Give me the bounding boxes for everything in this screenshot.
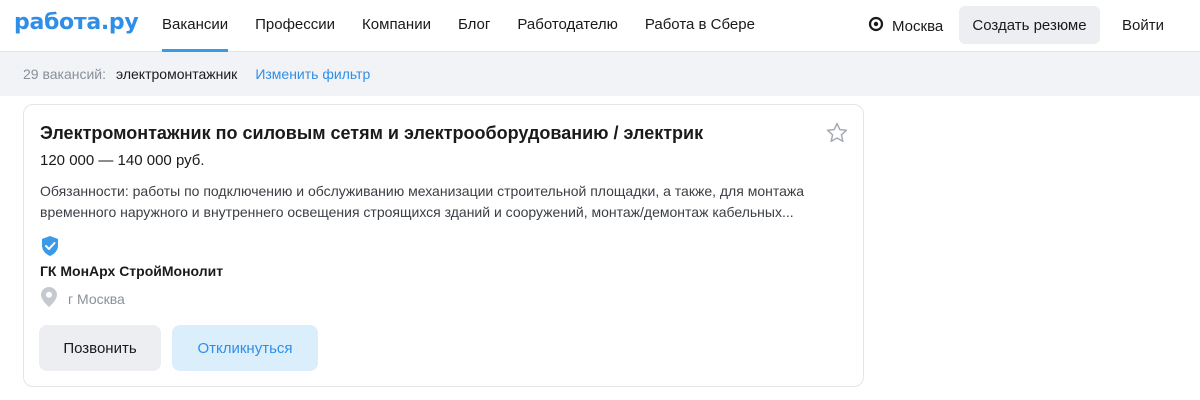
change-filter-link[interactable]: Изменить фильтр — [255, 66, 370, 82]
nav-item-vacancies[interactable]: Вакансии — [162, 0, 229, 52]
site-header: работа.ру Вакансии Профессии Компании Бл… — [0, 0, 1200, 52]
vacancy-count: 29 вакансий: — [23, 66, 107, 82]
location-label: г Москва — [68, 290, 125, 307]
vacancy-title[interactable]: Электромонтажник по силовым сетям и элек… — [40, 123, 703, 144]
star-icon[interactable] — [825, 121, 849, 150]
vacancy-card[interactable]: Электромонтажник по силовым сетям и элек… — [23, 104, 864, 387]
company-name[interactable]: ГК МонАрх СтройМонолит — [40, 263, 223, 279]
call-button[interactable]: Позвонить — [39, 325, 161, 371]
filter-query: электромонтажник — [116, 66, 238, 82]
nav-item-sber[interactable]: Работа в Сбере — [645, 0, 755, 52]
main-nav: Вакансии Профессии Компании Блог Работод… — [162, 0, 782, 52]
respond-button[interactable]: Откликнуться — [172, 325, 318, 371]
salary: 120 000 — 140 000 руб. — [40, 152, 205, 169]
vacancy-description: Обязанности: работы по подключению и обс… — [40, 181, 830, 223]
verified-shield-icon — [40, 235, 60, 262]
location-pin-icon — [868, 16, 892, 36]
nav-item-blog[interactable]: Блог — [458, 0, 490, 52]
description-line: временного наружного и внутреннего освещ… — [40, 204, 794, 220]
nav-item-companies[interactable]: Компании — [362, 0, 431, 52]
city-label: Москва — [892, 17, 944, 35]
nav-item-employer[interactable]: Работодателю — [517, 0, 617, 52]
city-selector[interactable]: Москва — [868, 0, 943, 52]
map-pin-icon — [40, 286, 68, 311]
vacancy-location: г Москва — [40, 286, 125, 311]
logo[interactable]: работа.ру — [14, 10, 139, 35]
description-line: Обязанности: работы по подключению и обс… — [40, 183, 805, 199]
filter-bar: 29 вакансий: электромонтажник Изменить ф… — [0, 52, 1200, 96]
nav-item-professions[interactable]: Профессии — [255, 0, 335, 52]
create-resume-button[interactable]: Создать резюме — [959, 6, 1100, 44]
login-link[interactable]: Войти — [1122, 0, 1164, 52]
